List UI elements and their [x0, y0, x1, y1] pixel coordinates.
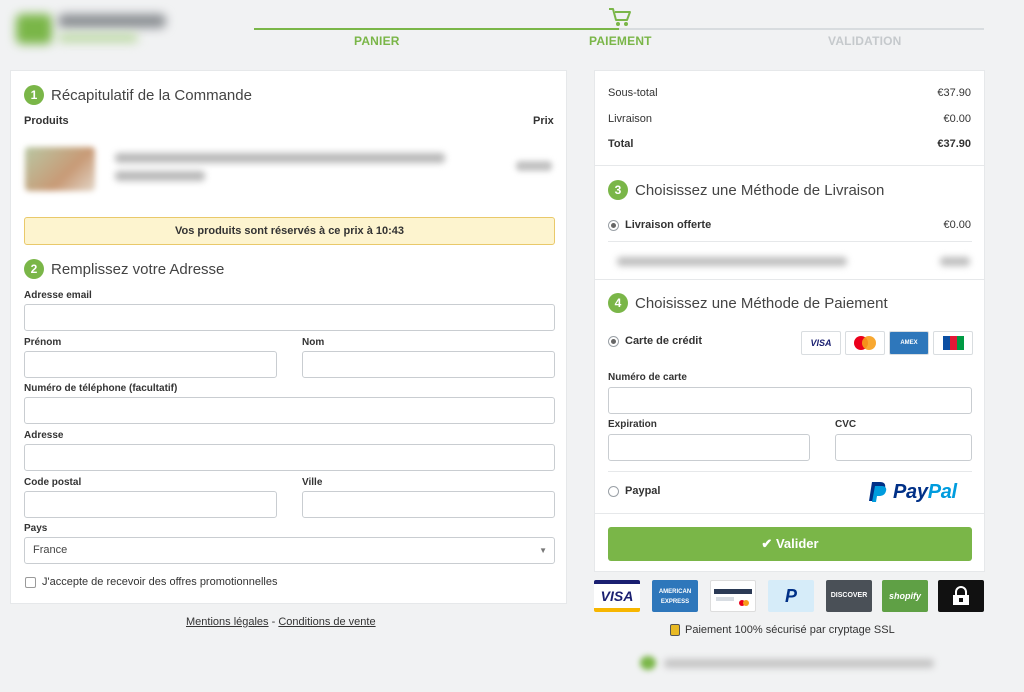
total-label: Total	[608, 138, 634, 150]
divider	[595, 279, 984, 280]
product-name-redacted	[115, 153, 445, 163]
paypal-wordmark: Pay	[893, 480, 928, 503]
promo-checkbox[interactable]	[25, 577, 36, 588]
card-badge-icon	[710, 580, 756, 612]
product-image	[25, 147, 95, 191]
free-delivery-price: €0.00	[943, 219, 971, 231]
product-price-redacted	[516, 161, 552, 171]
step-paiement: PAIEMENT	[589, 34, 652, 48]
reservation-notice: Vos produits sont réservés à ce prix à 1…	[24, 217, 555, 245]
paypal-icon	[869, 482, 887, 502]
divider	[595, 513, 984, 514]
footer-links: Mentions légales - Conditions de vente	[186, 616, 376, 628]
country-value: France	[33, 544, 68, 556]
step-number-badge: 4	[608, 293, 628, 313]
phone-label: Numéro de téléphone (facultatif)	[24, 383, 178, 394]
delivery-price-redacted	[940, 257, 970, 266]
ssl-lock-badge-icon	[938, 580, 984, 612]
divider	[608, 241, 972, 242]
step-number-badge: 2	[24, 259, 44, 279]
products-column-header: Produits	[24, 115, 69, 127]
free-delivery-radio[interactable]	[608, 220, 619, 231]
postal-code-label: Code postal	[24, 477, 82, 488]
footer-separator: -	[271, 616, 276, 628]
section-heading: Récapitulatif de la Commande	[51, 86, 252, 104]
lastname-label: Nom	[302, 337, 325, 348]
shipping-label: Livraison	[608, 113, 653, 125]
shopify-badge-icon: shopify	[882, 580, 928, 612]
free-delivery-label: Livraison offerte	[625, 219, 712, 231]
city-field[interactable]	[302, 491, 555, 518]
divider	[608, 471, 972, 472]
ssl-text: Paiement 100% sécurisé par cryptage SSL	[685, 624, 895, 636]
step-number-badge: 1	[24, 85, 44, 105]
step-number-badge: 3	[608, 180, 628, 200]
address-label: Adresse	[24, 430, 64, 441]
legal-notice-link[interactable]: Mentions légales	[186, 616, 269, 628]
order-form-panel: 1 Récapitulatif de la Commande Produits …	[10, 70, 567, 604]
payment-panel: Sous-total €37.90 Livraison €0.00 Total …	[594, 70, 985, 572]
step-panier[interactable]: PANIER	[354, 34, 400, 48]
card-number-field[interactable]	[608, 387, 972, 414]
shipping-value: €0.00	[943, 113, 971, 125]
visa-icon: VISA	[801, 331, 841, 355]
validate-button-label: Valider	[775, 536, 819, 551]
terms-of-sale-link[interactable]: Conditions de vente	[278, 616, 375, 628]
lock-icon	[670, 624, 680, 636]
delivery-method-title: 3 Choisissez une Méthode de Livraison	[608, 180, 884, 200]
credit-card-label: Carte de crédit	[625, 335, 703, 347]
postal-code-field[interactable]	[24, 491, 277, 518]
step-validation: VALIDATION	[828, 34, 902, 48]
cvc-label: CVC	[835, 419, 857, 430]
section-heading: Remplissez votre Adresse	[51, 260, 225, 278]
price-column-header: Prix	[533, 115, 554, 127]
promo-checkbox-label: J'accepte de recevoir des offres promoti…	[42, 576, 278, 588]
address-title: 2 Remplissez votre Adresse	[24, 259, 224, 279]
credit-card-radio[interactable]	[608, 336, 619, 347]
jcb-icon	[933, 331, 973, 355]
ssl-notice: Paiement 100% sécurisé par cryptage SSL	[670, 624, 895, 636]
discover-badge-icon: DISCOVER	[826, 580, 872, 612]
expiry-field[interactable]	[608, 434, 810, 461]
paypal-wordmark: Pal	[927, 480, 957, 503]
paypal-radio[interactable]	[608, 486, 619, 497]
email-label: Adresse email	[24, 290, 92, 301]
section-heading: Choisissez une Méthode de Livraison	[635, 181, 885, 199]
card-number-label: Numéro de carte	[608, 372, 687, 383]
city-label: Ville	[302, 477, 323, 488]
amex-icon: AMEX	[889, 331, 929, 355]
checkmark-icon: ✔	[761, 536, 773, 551]
paypal-logo: PayPal	[868, 479, 972, 505]
visa-badge-icon: VISA	[594, 580, 640, 612]
cart-icon	[609, 8, 631, 26]
subtotal-value: €37.90	[937, 87, 971, 99]
product-variant-redacted	[115, 171, 205, 181]
mastercard-icon	[845, 331, 885, 355]
total-value: €37.90	[937, 138, 971, 150]
lastname-field[interactable]	[302, 351, 555, 378]
amex-badge-icon: AMERICAN EXPRESS	[652, 580, 698, 612]
address-field[interactable]	[24, 444, 555, 471]
email-field[interactable]	[24, 304, 555, 331]
checkout-progress-line	[254, 28, 984, 30]
order-summary-title: 1 Récapitulatif de la Commande	[24, 85, 252, 105]
paypal-label: Paypal	[625, 485, 661, 497]
trust-notice-redacted	[640, 655, 935, 671]
cvc-field[interactable]	[835, 434, 972, 461]
country-select[interactable]: France ▼	[24, 537, 555, 564]
country-label: Pays	[24, 523, 48, 534]
section-heading: Choisissez une Méthode de Paiement	[635, 294, 888, 312]
chevron-down-icon: ▼	[539, 546, 547, 555]
expiry-label: Expiration	[608, 419, 657, 430]
payment-method-title: 4 Choisissez une Méthode de Paiement	[608, 293, 888, 313]
firstname-label: Prénom	[24, 337, 62, 348]
store-logo	[16, 10, 166, 48]
delivery-option-redacted[interactable]	[617, 257, 847, 266]
paypal-badge-icon: P	[768, 580, 814, 612]
subtotal-label: Sous-total	[608, 87, 658, 99]
validate-button[interactable]: ✔ Valider	[608, 527, 972, 561]
phone-field[interactable]	[24, 397, 555, 424]
divider	[595, 165, 984, 166]
firstname-field[interactable]	[24, 351, 277, 378]
